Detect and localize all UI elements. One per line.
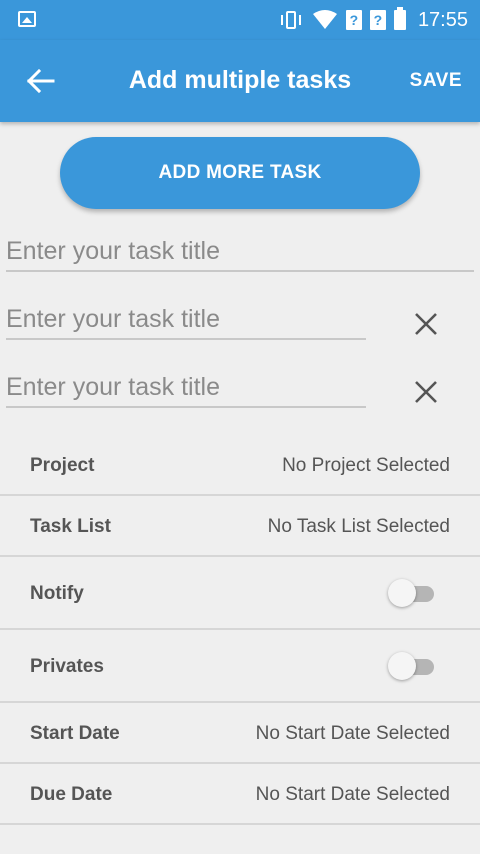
privates-row: Privates (0, 630, 480, 701)
vibrate-icon (278, 10, 304, 30)
project-label: Project (30, 455, 95, 476)
project-row[interactable]: Project No Project Selected (0, 436, 480, 494)
signal-unknown-icon: ? (345, 10, 362, 30)
task-list-label: Task List (30, 516, 111, 537)
divider (0, 823, 480, 825)
status-bar: ? ? 17:55 (0, 0, 480, 40)
start-date-row[interactable]: Start Date No Start Date Selected (0, 703, 480, 762)
save-button[interactable]: SAVE (410, 70, 462, 92)
project-value: No Project Selected (282, 455, 450, 476)
start-date-value: No Start Date Selected (255, 723, 450, 744)
add-more-task-button[interactable]: ADD MORE TASK (60, 137, 420, 209)
page-title: Add multiple tasks (128, 66, 352, 94)
notify-row: Notify (0, 557, 480, 628)
due-date-value: No Start Date Selected (255, 784, 450, 805)
due-date-label: Due Date (30, 784, 113, 805)
toggle-thumb (388, 652, 416, 680)
battery-icon (393, 7, 406, 30)
status-icons: ? ? 17:55 (278, 7, 468, 32)
task-input-underline (6, 338, 366, 340)
notify-label: Notify (30, 583, 84, 604)
task-list-row[interactable]: Task List No Task List Selected (0, 496, 480, 555)
task-title-input[interactable] (6, 370, 362, 404)
task-input-underline (6, 406, 366, 408)
toggle-thumb (388, 579, 416, 607)
privates-label: Privates (30, 656, 104, 677)
start-date-label: Start Date (30, 723, 120, 744)
notify-toggle[interactable] (388, 578, 436, 608)
privates-toggle[interactable] (388, 651, 436, 681)
signal-unknown-icon: ? (369, 10, 386, 30)
wifi-icon (312, 10, 337, 29)
task-title-input[interactable] (6, 234, 472, 268)
task-list-value: No Task List Selected (267, 516, 450, 537)
due-date-row[interactable]: Due Date No Start Date Selected (0, 764, 480, 823)
image-icon (18, 11, 36, 27)
task-title-input[interactable] (6, 302, 362, 336)
clock: 17:55 (417, 8, 468, 31)
task-input-underline (6, 270, 474, 272)
close-icon[interactable] (412, 310, 440, 338)
app-bar: Add multiple tasks SAVE (0, 40, 480, 122)
close-icon[interactable] (412, 378, 440, 406)
